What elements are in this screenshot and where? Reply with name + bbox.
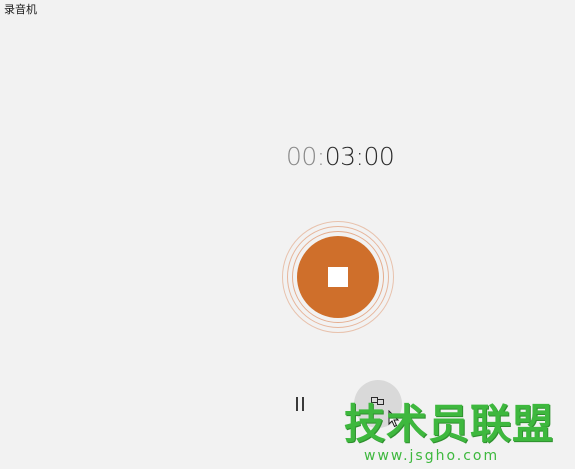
pause-button[interactable]: [286, 390, 314, 418]
watermark-title: 技术员联盟: [344, 400, 554, 448]
recording-timer: 00:03:00: [286, 141, 395, 173]
window-title: 录音机: [4, 3, 37, 16]
pause-icon: [294, 397, 306, 411]
watermark-url: www.jsgho.com: [364, 448, 500, 464]
stop-recording-button[interactable]: [282, 221, 394, 333]
timer-minutes-seconds: 03:00: [324, 142, 395, 171]
stop-icon: [328, 267, 348, 287]
watermark-logo: 技术员联盟 www.jsgho.com: [344, 400, 570, 468]
voice-recorder-window: 录音机 00:03:00 技术员联盟 www.jsgho.com: [0, 0, 575, 469]
timer-hours: 00:: [286, 142, 325, 171]
